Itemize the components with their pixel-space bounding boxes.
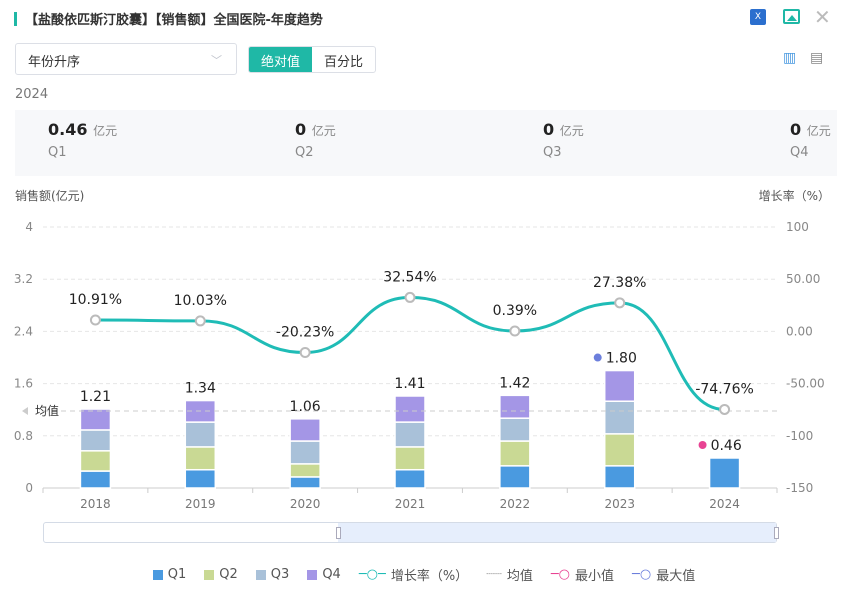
bar-q2	[394, 446, 426, 471]
bar-q1	[79, 470, 112, 489]
bar-q2	[289, 463, 321, 478]
growth-label: 27.38%	[593, 275, 646, 291]
y2-tick-label: 50.00	[786, 272, 820, 286]
growth-point	[194, 315, 206, 327]
growth-label: 10.03%	[174, 293, 227, 309]
y2-tick-label: -100	[786, 429, 813, 443]
bar-q3	[184, 421, 217, 448]
bar-q3	[394, 421, 426, 448]
mean-label: 均值	[35, 403, 59, 418]
y2-tick-label: -150	[786, 481, 813, 495]
growth-label: 0.39%	[493, 303, 537, 319]
legend-growth[interactable]: ─○─ 增长率（%）	[359, 565, 468, 584]
legend-swatch	[152, 569, 163, 580]
growth-label: -20.23%	[276, 325, 334, 341]
bar-q1	[708, 457, 741, 489]
growth-point	[614, 297, 626, 309]
y-tick-label: 0	[25, 481, 33, 495]
legend-label: Q2	[219, 567, 238, 582]
growth-point	[299, 347, 311, 359]
bar-q1	[499, 465, 531, 489]
x-tick-label: 2024	[709, 497, 740, 511]
y2-tick-label: -50.00	[786, 377, 825, 391]
bar-q4	[79, 408, 112, 431]
data-zoom-slider[interactable]	[43, 522, 779, 543]
legend-swatch	[204, 569, 215, 580]
legend-label: Q4	[322, 567, 341, 582]
x-tick-label: 2022	[500, 497, 531, 511]
x-tick-label: 2020	[290, 497, 321, 511]
growth-point	[89, 314, 101, 326]
total-label: 1.34	[185, 381, 216, 397]
legend-label: 增长率（%）	[390, 569, 469, 584]
min-marker-icon: ─○	[550, 567, 571, 582]
bar-q1	[603, 465, 636, 489]
growth-label: -74.76%	[695, 381, 753, 397]
dashed-line-icon: ┈┈	[486, 567, 502, 582]
legend-label: 均值	[506, 569, 533, 584]
bar-q4	[289, 418, 321, 442]
legend-label: Q3	[270, 567, 290, 582]
total-label: 1.80	[606, 351, 637, 367]
total-label: 1.06	[290, 399, 321, 415]
legend-label: Q1	[167, 567, 187, 582]
mean-arrow-icon	[22, 407, 28, 416]
total-label: 1.42	[499, 375, 530, 391]
x-tick-label: 2019	[185, 497, 216, 511]
bar-q4	[603, 369, 636, 402]
bar-q3	[79, 429, 112, 452]
y-tick-label: 2.4	[14, 324, 33, 338]
growth-label: 32.54%	[383, 269, 436, 285]
y-tick-label: 1.6	[14, 377, 33, 391]
growth-point	[509, 325, 521, 337]
y-tick-label: 0.8	[14, 429, 33, 443]
legend-q4[interactable]: Q4	[307, 565, 341, 584]
y-tick-label: 3.2	[14, 272, 33, 286]
growth-label: 10.91%	[69, 292, 122, 308]
legend-q1[interactable]: Q1	[152, 565, 187, 584]
line-circle-icon: ─○─	[358, 567, 386, 582]
y2-tick-label: 100	[786, 220, 809, 234]
bar-q3	[499, 417, 531, 442]
y2-tick-label: 0.00	[786, 324, 813, 338]
growth-point	[404, 291, 416, 303]
bar-q2	[603, 433, 636, 467]
total-label: 1.21	[80, 389, 111, 405]
bar-q2	[184, 446, 217, 471]
y-tick-label: 4	[25, 220, 33, 234]
legend-label: 最大值	[656, 569, 696, 584]
x-tick-label: 2021	[395, 497, 426, 511]
data-zoom-handle-left[interactable]	[336, 527, 341, 539]
bar-q3	[289, 440, 321, 465]
legend-swatch	[307, 569, 318, 580]
bar-q2	[499, 440, 531, 467]
min-marker	[698, 440, 707, 449]
legend-label: 最小值	[575, 569, 615, 584]
bar-q1	[394, 468, 426, 489]
bar-q4	[394, 395, 426, 423]
legend-q2[interactable]: Q2	[204, 565, 238, 584]
growth-point	[719, 403, 731, 415]
max-marker-icon: ─○	[632, 567, 652, 582]
legend: Q1 Q2 Q3 Q4 ─○─ 增长率（%） ┈┈ 均值 ─○ 最小值 ─○ 最大值	[0, 565, 848, 584]
legend-max[interactable]: ─○ 最大值	[632, 565, 695, 584]
total-label: 0.46	[711, 438, 742, 454]
data-zoom-selection[interactable]	[338, 523, 776, 542]
legend-min[interactable]: ─○ 最小值	[551, 565, 614, 584]
data-zoom-handle-right[interactable]	[774, 527, 779, 539]
bar-q1	[184, 468, 217, 489]
bar-q2	[79, 450, 112, 472]
legend-mean[interactable]: ┈┈ 均值	[486, 565, 533, 584]
max-marker	[593, 353, 602, 362]
bar-q4	[499, 394, 531, 419]
total-label: 1.41	[394, 376, 425, 392]
chart-svg: 0 -150 0.8 -100 1.6 -50.00 2.4 0.00 3.2 50.00 4 100…	[14, 220, 825, 511]
legend-q3[interactable]: Q3	[255, 565, 290, 584]
x-tick-label: 2023	[604, 497, 635, 511]
legend-swatch	[255, 569, 266, 580]
x-tick-label: 2018	[80, 497, 111, 511]
bar-q3	[603, 400, 636, 435]
bar-q1	[289, 476, 321, 489]
